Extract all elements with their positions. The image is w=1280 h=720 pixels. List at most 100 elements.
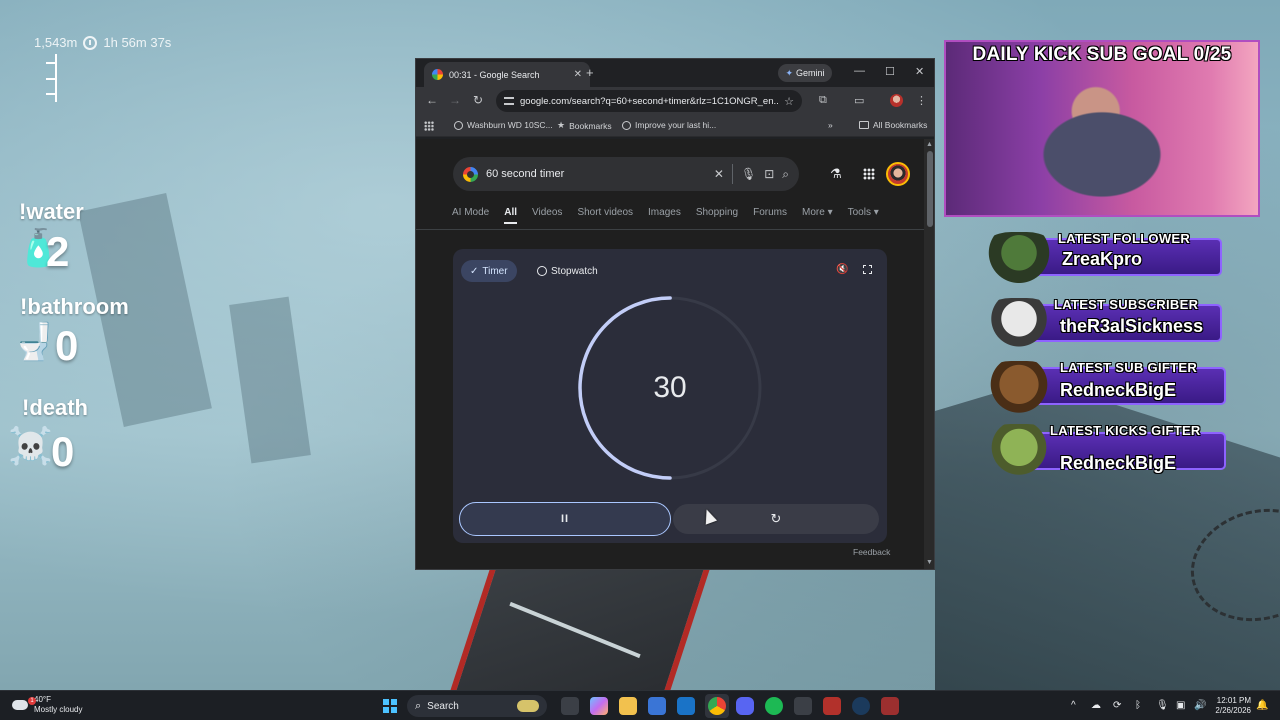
bathroom-counter-label: !bathroom	[20, 294, 129, 319]
clear-icon[interactable]: ✕	[714, 167, 724, 181]
store-icon[interactable]	[648, 697, 666, 715]
bathroom-counter-value: 0	[55, 322, 79, 369]
cast-icon[interactable]: ▭	[854, 94, 864, 107]
network-icon[interactable]: ▣	[1176, 700, 1185, 711]
minimize-icon[interactable]: —	[854, 65, 865, 77]
scroll-up-icon[interactable]: ▲	[926, 141, 933, 148]
volume-icon[interactable]: 🔊	[1194, 700, 1206, 711]
new-tab-icon[interactable]: +	[586, 65, 594, 80]
gemini-label: Gemini	[796, 68, 825, 78]
tab-more-label: More	[802, 207, 825, 218]
search-icon[interactable]: ⌕	[782, 167, 789, 182]
toilet-icon: 🚽	[12, 321, 57, 362]
menu-kebab-icon[interactable]: ⋮	[916, 94, 927, 107]
tab-shopping[interactable]: Shopping	[696, 207, 738, 218]
taskbar-search[interactable]: ⌕ Search	[407, 695, 547, 717]
skull-crossbones-icon: ☠️	[8, 425, 53, 466]
onedrive-icon[interactable]: ☁	[1091, 700, 1101, 711]
reset-icon: ↻	[770, 511, 782, 526]
tab-videos[interactable]: Videos	[532, 207, 562, 218]
notification-bell-icon[interactable]: 🔔	[1256, 700, 1268, 711]
microphone-icon[interactable]: 🎙	[1156, 700, 1169, 711]
browser-window[interactable]: 00:31 - Google Search ✕ + ✦ Gemini — ☐ ✕…	[415, 58, 935, 570]
gemini-sparkle-icon: ✦	[785, 67, 794, 78]
clock[interactable]: 12:01 PM 2/26/2026	[1209, 696, 1251, 716]
close-window-icon[interactable]: ✕	[915, 65, 924, 78]
xbox-icon[interactable]	[794, 697, 812, 715]
stopwatch-icon	[83, 35, 98, 50]
clock-icon	[537, 266, 547, 276]
discord-icon[interactable]	[736, 697, 754, 715]
tab-tools[interactable]: Tools ▾	[848, 207, 879, 218]
task-view-icon[interactable]	[561, 697, 579, 715]
maximize-icon[interactable]: ☐	[885, 65, 895, 78]
scroll-thumb[interactable]	[927, 151, 933, 227]
all-bookmarks-button[interactable]: All Bookmarks	[859, 120, 927, 130]
start-windows-icon[interactable]	[383, 699, 397, 713]
game-launcher-icon[interactable]	[881, 697, 899, 715]
search-icon: ⌕	[415, 699, 422, 712]
google-favicon-icon	[432, 69, 443, 80]
pause-button[interactable]: II	[459, 502, 671, 536]
mute-sound-icon[interactable]: 🔇	[836, 264, 848, 275]
weather-temp: 40°F	[34, 695, 51, 704]
tray-overflow-icon[interactable]: ^	[1071, 700, 1076, 711]
labs-flask-icon[interactable]: ⚗	[830, 166, 842, 182]
search-box[interactable]: 60 second timer ✕ 🎙 ⊡ ⌕	[453, 157, 799, 191]
file-explorer-icon[interactable]	[619, 697, 637, 715]
altitude-tick	[46, 93, 55, 95]
browser-tab-active[interactable]: 00:31 - Google Search ✕	[424, 62, 590, 87]
address-bar[interactable]: google.com/search?q=60+second+timer&rlz=…	[496, 90, 802, 112]
feedback-link[interactable]: Feedback	[853, 547, 890, 557]
bluetooth-icon[interactable]: ᛒ	[1135, 700, 1141, 711]
extensions-icon[interactable]: ⧉	[819, 94, 827, 107]
latest-subscriber-heading: LATEST SUBSCRIBER	[1054, 297, 1199, 312]
reload-icon[interactable]: ↻	[473, 93, 483, 107]
tab-ai-mode[interactable]: AI Mode	[452, 207, 489, 218]
yoda-avatar-icon	[980, 424, 1058, 476]
outlook-icon[interactable]	[677, 697, 695, 715]
microphone-icon[interactable]: 🎙	[741, 167, 756, 181]
tab-more[interactable]: More ▾	[802, 207, 833, 218]
bookmarks-overflow-icon[interactable]: »	[828, 120, 833, 130]
forward-arrow-icon[interactable]: →	[449, 93, 461, 107]
back-arrow-icon[interactable]: ←	[426, 93, 438, 107]
page-scrollbar[interactable]: ▲ ▼	[924, 139, 934, 569]
tab-images[interactable]: Images	[648, 207, 681, 218]
scroll-down-icon[interactable]: ▼	[926, 559, 933, 566]
steam-icon[interactable]	[852, 697, 870, 715]
chrome-icon[interactable]	[708, 697, 726, 715]
tab-close-icon[interactable]: ✕	[574, 69, 582, 80]
tab-short-videos[interactable]: Short videos	[577, 207, 633, 218]
bookmark-item[interactable]: Washburn WD 10SC...	[454, 120, 553, 130]
copilot-icon[interactable]	[590, 697, 608, 715]
latest-kicks-gifter-heading: LATEST KICKS GIFTER	[1050, 423, 1201, 438]
tf-game-icon[interactable]	[823, 697, 841, 715]
sync-icon[interactable]: ⟳	[1113, 700, 1121, 711]
latest-follower-heading: LATEST FOLLOWER	[1058, 231, 1191, 246]
account-avatar[interactable]	[886, 162, 910, 186]
clock-time: 12:01 PM	[1216, 696, 1251, 705]
profile-avatar[interactable]	[890, 94, 903, 107]
timer-mode-chip[interactable]: ✓ Timer	[461, 260, 517, 282]
bookmark-folder[interactable]: ★ Bookmarks	[557, 120, 612, 131]
bookmark-star-icon[interactable]: ☆	[784, 95, 794, 108]
latest-subscriber-name: theR3alSickness	[1060, 316, 1204, 336]
tab-forums[interactable]: Forums	[753, 207, 787, 218]
lens-icon[interactable]: ⊡	[764, 167, 774, 181]
weather-text: 40°F Mostly cloudy	[34, 695, 82, 715]
weather-widget[interactable]: 1 40°F Mostly cloudy	[12, 695, 82, 715]
bookmark-item[interactable]: Improve your last hi...	[622, 120, 716, 130]
elapsed-time-readout: 1h 56m 37s	[103, 35, 172, 50]
bookmarks-bar: Washburn WD 10SC... ★ Bookmarks Improve …	[416, 115, 934, 137]
apps-grid-icon[interactable]	[424, 121, 434, 131]
site-info-icon[interactable]	[504, 97, 514, 105]
search-query[interactable]: 60 second timer	[486, 168, 706, 180]
fullscreen-icon[interactable]	[863, 265, 872, 274]
gemini-button[interactable]: ✦ Gemini	[778, 64, 832, 82]
tab-all[interactable]: All	[504, 207, 517, 224]
spotify-icon[interactable]	[765, 697, 783, 715]
google-apps-icon[interactable]	[863, 168, 875, 180]
stopwatch-mode-chip[interactable]: Stopwatch	[531, 260, 604, 282]
death-counter-value: 0	[51, 428, 75, 475]
